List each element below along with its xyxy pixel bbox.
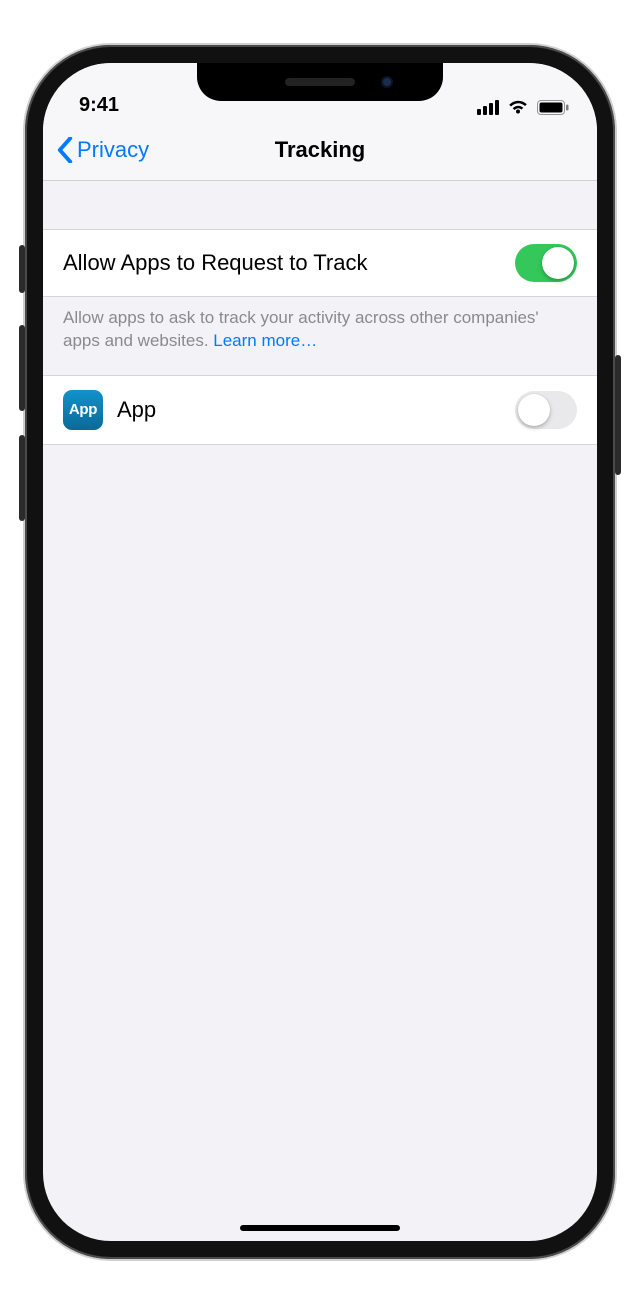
app-name: App bbox=[117, 397, 501, 423]
volume-down-button bbox=[19, 435, 25, 521]
status-indicators bbox=[477, 99, 569, 117]
row-allow-apps-to-request: Allow Apps to Request to Track bbox=[43, 229, 597, 297]
back-label: Privacy bbox=[77, 137, 149, 163]
notch bbox=[197, 63, 443, 101]
back-button[interactable]: Privacy bbox=[57, 119, 149, 180]
toggle-app-tracking[interactable] bbox=[515, 391, 577, 429]
mute-switch bbox=[19, 245, 25, 293]
page-title: Tracking bbox=[275, 137, 365, 163]
status-time: 9:41 bbox=[79, 94, 119, 117]
volume-up-button bbox=[19, 325, 25, 411]
front-camera bbox=[381, 76, 393, 88]
section-footer: Allow apps to ask to track your activity… bbox=[43, 297, 597, 375]
nav-bar: Privacy Tracking bbox=[43, 119, 597, 181]
row-label: Allow Apps to Request to Track bbox=[63, 250, 501, 276]
row-app-tracking: App App bbox=[43, 375, 597, 445]
side-button bbox=[615, 355, 621, 475]
cellular-icon bbox=[477, 100, 499, 115]
wifi-icon bbox=[507, 99, 529, 115]
settings-list[interactable]: Allow Apps to Request to Track Allow app… bbox=[43, 181, 597, 1241]
home-indicator[interactable] bbox=[240, 1225, 400, 1231]
battery-icon bbox=[537, 100, 569, 115]
screen: 9:41 Privacy Tracking bbox=[43, 63, 597, 1241]
device-frame: 9:41 Privacy Tracking bbox=[25, 45, 615, 1259]
toggle-allow-apps-to-request[interactable] bbox=[515, 244, 577, 282]
learn-more-link[interactable]: Learn more… bbox=[213, 331, 317, 350]
speaker-grill bbox=[285, 78, 355, 86]
app-icon: App bbox=[63, 390, 103, 430]
chevron-left-icon bbox=[57, 137, 73, 163]
